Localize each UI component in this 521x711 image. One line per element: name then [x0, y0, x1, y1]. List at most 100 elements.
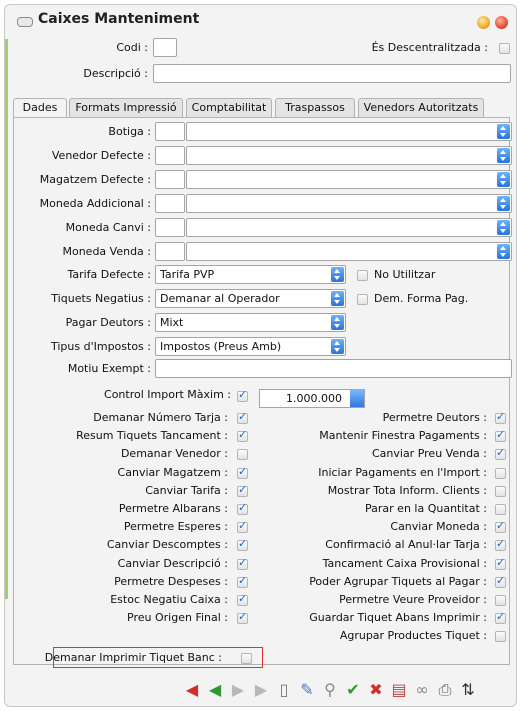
iniciar-pagaments-en-l-import-label: Iniciar Pagaments en l'Import :: [318, 465, 487, 479]
moneda-venda-code-field[interactable]: [155, 242, 185, 261]
guardar-tiquet-abans-imprimir-checkbox[interactable]: [495, 610, 506, 625]
sort-icon[interactable]: ⇅: [459, 681, 477, 699]
descripcio-label: Descripció :: [83, 67, 148, 80]
demanar-venedor-checkbox[interactable]: [237, 449, 248, 461]
iniciar-pagaments-en-l-import-checkbox[interactable]: [495, 467, 506, 479]
tab-comptabilitat[interactable]: Comptabilitat: [186, 98, 272, 118]
previous-icon[interactable]: ◀: [206, 681, 224, 699]
updown-arrow-icon[interactable]: [497, 220, 510, 235]
canviar-magatzem-checkbox[interactable]: [237, 465, 248, 479]
search-icon[interactable]: ⚲: [321, 681, 339, 699]
permetre-albarans-label: Permetre Albarans :: [118, 502, 228, 515]
spinner-icon[interactable]: [350, 390, 364, 407]
tab-traspassos[interactable]: Traspassos: [275, 98, 355, 118]
updown-arrow-icon[interactable]: [497, 124, 510, 139]
moneda-addicional-code-field[interactable]: [155, 194, 185, 213]
minimize-icon[interactable]: [477, 16, 490, 29]
first-icon[interactable]: ◀: [183, 681, 201, 699]
permetre-esperes-checkbox[interactable]: [237, 519, 248, 534]
canviar-descomptes-checkbox[interactable]: [237, 537, 248, 552]
magatzem-defecte-code-field[interactable]: [155, 170, 185, 189]
dem-forma-pag-checkbox[interactable]: [357, 294, 368, 305]
venedor-defecte-select[interactable]: [186, 146, 512, 165]
updown-arrow-icon[interactable]: [497, 172, 510, 187]
pagar-deutors-label: Pagar Deutors :: [65, 316, 151, 329]
motiu-exempt-field[interactable]: [155, 359, 512, 378]
highlight-box: Demanar Imprimir Tiquet Banc :: [45, 647, 263, 668]
permetre-veure-proveidor-checkbox[interactable]: [495, 595, 506, 606]
moneda-canvi-select[interactable]: [186, 218, 512, 237]
moneda-venda-select[interactable]: [186, 242, 512, 261]
control-import-amount[interactable]: 1.000.000: [259, 389, 365, 408]
updown-arrow-icon[interactable]: [331, 315, 344, 330]
canviar-tarifa-label: Canviar Tarifa :: [145, 483, 228, 497]
updown-arrow-icon[interactable]: [497, 148, 510, 163]
title-bar: Caixes Manteniment: [5, 5, 516, 33]
botiga-select[interactable]: [186, 122, 512, 141]
resum-tiquets-tancament-label: Resum Tiquets Tancament :: [76, 429, 228, 443]
poder-agrupar-tiquets-al-pagar-checkbox[interactable]: [495, 574, 506, 588]
permetre-albarans-checkbox[interactable]: [237, 501, 248, 515]
link-icon[interactable]: ∞: [413, 681, 431, 699]
control-import-label: Control Import Màxim :: [104, 388, 231, 401]
tiquets-negatius-value: Demanar al Operador: [160, 292, 280, 305]
no-utilitzar-checkbox[interactable]: [357, 270, 368, 281]
mantenir-finestra-pagaments-checkbox[interactable]: [495, 428, 506, 443]
descentralitzada-checkbox[interactable]: [499, 43, 510, 54]
demanar-imprimir-tiquet-banc-checkbox[interactable]: [241, 653, 252, 664]
updown-arrow-icon[interactable]: [331, 267, 344, 282]
print-icon[interactable]: ⎙: [436, 681, 454, 699]
canviar-moneda-checkbox[interactable]: [495, 519, 506, 534]
updown-arrow-icon[interactable]: [331, 291, 344, 306]
updown-arrow-icon[interactable]: [331, 339, 344, 354]
demanar-n-mero-tarja-checkbox[interactable]: [237, 410, 248, 424]
pagar-deutors-value: Mixt: [160, 316, 184, 329]
moneda-canvi-code-field[interactable]: [155, 218, 185, 237]
moneda-addicional-select[interactable]: [186, 194, 512, 213]
tipus-d-impostos-select[interactable]: Impostos (Preus Amb): [155, 337, 346, 356]
moneda-venda-label: Moneda Venda :: [62, 245, 151, 258]
tancament-caixa-provisional-checkbox[interactable]: [495, 556, 506, 570]
canviar-descripci-checkbox[interactable]: [237, 556, 248, 570]
new-document-icon[interactable]: ▯: [275, 681, 293, 699]
tarifa-defecte-select[interactable]: Tarifa PVP: [155, 265, 346, 284]
magatzem-defecte-select[interactable]: [186, 170, 512, 189]
demanar-imprimir-tiquet-banc-label: Demanar Imprimir Tiquet Banc :: [44, 651, 222, 664]
botiga-code-field[interactable]: [155, 122, 185, 141]
venedor-defecte-label: Venedor Defecte :: [51, 149, 151, 162]
tab-formats-impressio[interactable]: Formats Impressió: [69, 98, 183, 118]
permetre-despeses-checkbox[interactable]: [237, 574, 248, 588]
edit-icon[interactable]: ✎: [298, 681, 316, 699]
demanar-n-mero-tarja-label: Demanar Número Tarja :: [93, 411, 228, 424]
delete-icon[interactable]: ✖: [367, 681, 385, 699]
agrupar-productes-tiquet-checkbox[interactable]: [495, 631, 506, 643]
close-icon[interactable]: [495, 16, 508, 29]
save-icon[interactable]: ✔: [344, 681, 362, 699]
moneda-canvi-label: Moneda Canvi :: [65, 221, 151, 234]
canviar-preu-venda-checkbox[interactable]: [495, 446, 506, 461]
botiga-label: Botiga :: [108, 125, 151, 138]
venedor-defecte-code-field[interactable]: [155, 146, 185, 165]
next-icon[interactable]: ▶: [229, 681, 247, 699]
tarifa-defecte-value: Tarifa PVP: [160, 268, 215, 281]
estoc-negatiu-caixa-checkbox[interactable]: [237, 592, 248, 606]
canviar-tarifa-checkbox[interactable]: [237, 483, 248, 497]
permetre-deutors-checkbox[interactable]: [495, 410, 506, 424]
updown-arrow-icon[interactable]: [497, 196, 510, 211]
tab-dades[interactable]: Dades: [13, 98, 67, 119]
last-icon[interactable]: ▶: [252, 681, 270, 699]
confirmaci-al-anul-lar-tarja-checkbox[interactable]: [495, 537, 506, 552]
updown-arrow-icon[interactable]: [497, 244, 510, 259]
descripcio-field[interactable]: [153, 64, 511, 83]
pagar-deutors-select[interactable]: Mixt: [155, 313, 346, 332]
codi-field[interactable]: [153, 38, 177, 57]
mostrar-tota-inform-clients-checkbox[interactable]: [495, 485, 506, 497]
control-import-checkbox[interactable]: [237, 388, 248, 402]
parar-en-la-quantitat-checkbox[interactable]: [495, 504, 506, 515]
resum-tiquets-tancament-checkbox[interactable]: [237, 428, 248, 443]
tiquets-negatius-select[interactable]: Demanar al Operador: [155, 289, 346, 308]
preu-origen-final-checkbox[interactable]: [237, 610, 248, 625]
book-icon[interactable]: ▤: [390, 681, 408, 699]
caixes-manteniment-window: Caixes Manteniment Codi : És Descentrali…: [4, 4, 517, 707]
tab-venedors-autoritzats[interactable]: Venedors Autoritzats: [358, 98, 484, 118]
